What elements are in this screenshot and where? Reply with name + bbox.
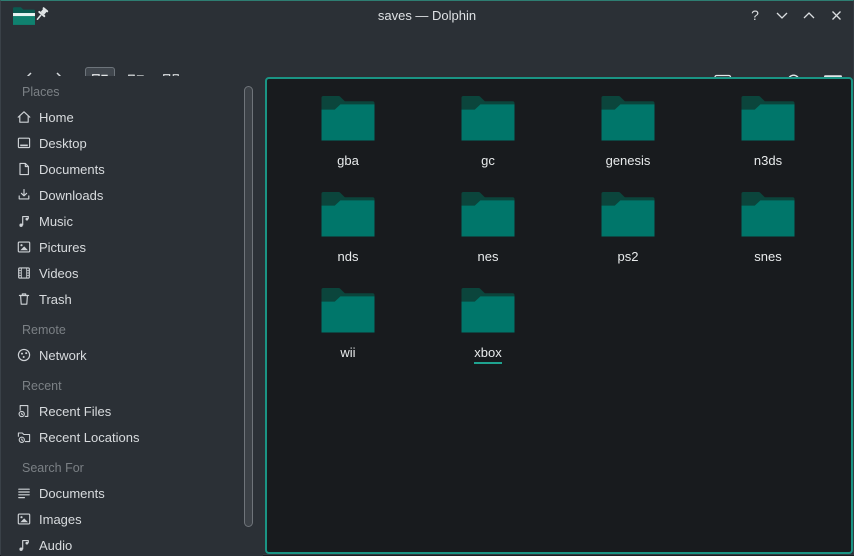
folder-label: ps2 bbox=[618, 249, 639, 268]
sidebar-item-search-images[interactable]: Images bbox=[1, 506, 263, 532]
sidebar-item-recent-files[interactable]: Recent Files bbox=[1, 398, 263, 424]
folder-icon bbox=[319, 93, 377, 143]
trash-icon bbox=[16, 291, 32, 307]
video-icon bbox=[16, 265, 32, 281]
folder-label: xbox bbox=[474, 345, 501, 364]
sidebar-item-label: Videos bbox=[39, 266, 79, 281]
sidebar-item-home[interactable]: Home bbox=[1, 104, 263, 130]
sidebar-item-label: Documents bbox=[39, 162, 105, 177]
sidebar-scrollbar[interactable] bbox=[244, 86, 253, 527]
folder-icon bbox=[459, 189, 517, 239]
sidebar-item-label: Recent Files bbox=[39, 404, 111, 419]
sidebar-item-label: Recent Locations bbox=[39, 430, 139, 445]
close-icon[interactable] bbox=[827, 6, 845, 24]
folder-icon bbox=[319, 285, 377, 335]
music-icon bbox=[16, 213, 32, 229]
sidebar-item-label: Home bbox=[39, 110, 74, 125]
sidebar-item-label: Downloads bbox=[39, 188, 103, 203]
section-header-remote: Remote bbox=[1, 320, 263, 340]
section-header-recent: Recent bbox=[1, 376, 263, 396]
download-icon bbox=[16, 187, 32, 203]
network-icon bbox=[16, 347, 32, 363]
sidebar-item-pictures[interactable]: Pictures bbox=[1, 234, 263, 260]
folder-item-gc[interactable]: gc bbox=[418, 87, 558, 183]
window-title: saves — Dolphin bbox=[1, 1, 853, 29]
sidebar-item-downloads[interactable]: Downloads bbox=[1, 182, 263, 208]
folder-label: n3ds bbox=[754, 153, 782, 172]
folder-label: gba bbox=[337, 153, 359, 172]
folder-icon bbox=[319, 189, 377, 239]
folder-label: nes bbox=[478, 249, 499, 268]
image-icon bbox=[16, 511, 32, 527]
window-controls: ? bbox=[746, 1, 845, 29]
text-lines-icon bbox=[16, 485, 32, 501]
folder-label: snes bbox=[754, 249, 781, 268]
folder-icon bbox=[599, 93, 657, 143]
image-icon bbox=[16, 239, 32, 255]
sidebar-item-search-audio[interactable]: Audio bbox=[1, 532, 263, 556]
sidebar-item-label: Documents bbox=[39, 486, 105, 501]
folder-label: nds bbox=[338, 249, 359, 268]
folder-item-nes[interactable]: nes bbox=[418, 183, 558, 279]
sidebar-item-videos[interactable]: Videos bbox=[1, 260, 263, 286]
folder-item-nds[interactable]: nds bbox=[278, 183, 418, 279]
folder-label: genesis bbox=[606, 153, 651, 172]
folder-item-snes[interactable]: snes bbox=[698, 183, 838, 279]
help-icon[interactable]: ? bbox=[746, 6, 764, 24]
folder-label: gc bbox=[481, 153, 495, 172]
folder-view[interactable]: gba gc genesis n3ds nds nes bbox=[265, 77, 853, 554]
folder-item-genesis[interactable]: genesis bbox=[558, 87, 698, 183]
recent-folder-icon bbox=[16, 429, 32, 445]
folder-item-n3ds[interactable]: n3ds bbox=[698, 87, 838, 183]
folder-icon bbox=[739, 93, 797, 143]
sidebar-item-label: Desktop bbox=[39, 136, 87, 151]
sidebar-item-label: Trash bbox=[39, 292, 72, 307]
folder-icon bbox=[459, 93, 517, 143]
recent-file-icon bbox=[16, 403, 32, 419]
folder-icon bbox=[739, 189, 797, 239]
toolbar: Home retrodeck saves Split bbox=[1, 29, 853, 76]
section-header-places: Places bbox=[1, 82, 263, 102]
folder-icon bbox=[459, 285, 517, 335]
dolphin-window: saves — Dolphin ? bbox=[0, 0, 854, 555]
folder-label: wii bbox=[340, 345, 355, 364]
document-icon bbox=[16, 161, 32, 177]
sidebar-item-desktop[interactable]: Desktop bbox=[1, 130, 263, 156]
folder-icon bbox=[599, 189, 657, 239]
section-header-search-for: Search For bbox=[1, 458, 263, 478]
sidebar-item-music[interactable]: Music bbox=[1, 208, 263, 234]
sidebar-item-label: Pictures bbox=[39, 240, 86, 255]
desktop-icon bbox=[16, 135, 32, 151]
sidebar-item-label: Network bbox=[39, 348, 87, 363]
folder-grid: gba gc genesis n3ds nds nes bbox=[278, 87, 844, 375]
sidebar-item-recent-locations[interactable]: Recent Locations bbox=[1, 424, 263, 450]
folder-item-gba[interactable]: gba bbox=[278, 87, 418, 183]
sidebar-item-documents[interactable]: Documents bbox=[1, 156, 263, 182]
maximize-icon[interactable] bbox=[800, 6, 818, 24]
folder-item-wii[interactable]: wii bbox=[278, 279, 418, 375]
sidebar-item-label: Images bbox=[39, 512, 82, 527]
home-icon bbox=[16, 109, 32, 125]
folder-item-xbox[interactable]: xbox bbox=[418, 279, 558, 375]
minimize-icon[interactable] bbox=[773, 6, 791, 24]
sidebar-item-search-documents[interactable]: Documents bbox=[1, 480, 263, 506]
sidebar-item-trash[interactable]: Trash bbox=[1, 286, 263, 312]
titlebar: saves — Dolphin ? bbox=[1, 1, 853, 29]
sidebar-item-label: Music bbox=[39, 214, 73, 229]
sidebar-item-network[interactable]: Network bbox=[1, 342, 263, 368]
music-icon bbox=[16, 537, 32, 553]
folder-item-ps2[interactable]: ps2 bbox=[558, 183, 698, 279]
places-panel: Places Home Desktop Documents Downloads … bbox=[1, 76, 263, 556]
sidebar-item-label: Audio bbox=[39, 538, 72, 553]
